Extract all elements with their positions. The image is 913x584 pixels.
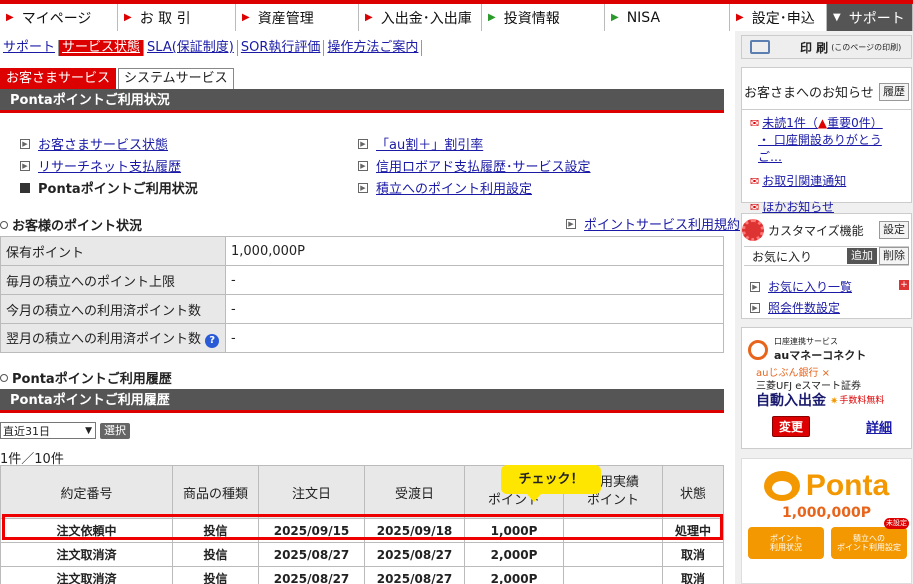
trade-notice-link[interactable]: ✉ お取引関連通知 [750, 173, 905, 190]
arrow-box-icon: ▶ [750, 302, 760, 313]
envelope-icon: ✉ [750, 175, 760, 188]
ponta-mascot-icon [763, 471, 800, 501]
menu-customer-service-status[interactable]: ▶ お客さまサービス状態 [20, 134, 168, 153]
nav-item-7[interactable]: ▼ サポート [827, 4, 913, 31]
arrow-right-icon: ▶ [611, 12, 619, 23]
period-filter: 直近31日 ▼ 選択 [0, 422, 130, 439]
notice-box: お客さまへのお知らせ 履歴 ✉ 未読1件（▲重要0件） ・ 口座開設ありがとうご…… [741, 67, 912, 214]
favorite-list-link[interactable]: ▶ お気に入り一覧 [750, 278, 852, 295]
table-row: 毎月の積立へのポイント上限 - [0, 265, 724, 295]
arrow-box-icon: ▶ [358, 160, 368, 171]
arrow-right-icon: ▶ [6, 12, 14, 23]
menu-research-net-history[interactable]: ▶ リサーチネット支払履歴 [20, 156, 181, 175]
check-callout: チェック！ [501, 465, 601, 502]
star-icon: ✷ [830, 396, 839, 407]
selected-box-icon [20, 182, 30, 193]
top-navigation: ▶ マイページ ▶ お 取 引 ▶ 資産管理 ▶ 入出金･入出庫 ▶ 投資情報 ▶ NISA ▶ 設定･申… [0, 0, 913, 31]
table-row: 保有ポイント 1,000,000P [0, 236, 724, 266]
delete-favorite-button[interactable]: 削除 [879, 247, 909, 265]
menu-au-discount[interactable]: ▶ 「au割＋」割引率 [358, 134, 483, 153]
table-row: 注文取消済 投信 2025/08/27 2025/08/27 2,000P 取消 [0, 542, 724, 567]
au-money-connect-box: 口座連携サービス auマネーコネクト auじぶん銀行 × 三菱UFJ eスマート証… [741, 327, 912, 449]
sub-navigation: サポート サービス状態 SLA(保証制度) SOR執行評価 操作方法ご案内 [0, 36, 735, 60]
table-row: 今月の積立への利用済ポイント数 - [0, 294, 724, 324]
section-bar-ponta-history: Pontaポイントご利用履歴 [0, 389, 724, 413]
change-button[interactable]: 変更 [772, 416, 811, 437]
ponta-box: Ponta 1,000,000P ポイント 利用状況 積立への ポイント利用設定 未設… [741, 458, 912, 584]
nav-item-5[interactable]: ▶ NISA [605, 4, 730, 31]
arrow-box-icon: ▶ [20, 160, 30, 171]
printer-icon [750, 40, 770, 54]
arrow-box-icon: ▶ [750, 281, 760, 292]
subnav-item-3[interactable]: SOR執行評価 [238, 40, 325, 56]
gear-icon [742, 219, 764, 241]
nav-item-4[interactable]: ▶ 投資情報 [482, 4, 605, 31]
arrow-right-icon: ▶ [242, 12, 250, 23]
callout-pointer [526, 493, 542, 502]
arrow-box-icon: ▶ [358, 182, 368, 193]
help-icon[interactable]: ? [205, 334, 220, 348]
subnav-item-2[interactable]: SLA(保証制度) [144, 40, 238, 56]
arrow-box-icon: ▶ [566, 218, 576, 229]
ponta-usage-button[interactable]: ポイント 利用状況 [748, 527, 824, 559]
terms-link[interactable]: ▶ ポイントサービス利用規約 [566, 214, 740, 233]
arrow-box-icon: ▶ [20, 138, 30, 149]
subnav-item-4[interactable]: 操作方法ご案内 [324, 40, 423, 56]
table-row: 翌月の積立への利用済ポイント数 ? - [0, 323, 724, 353]
highlight-box [2, 514, 723, 540]
chevron-down-icon: ▼ [85, 425, 92, 436]
nav-item-6[interactable]: ▶ 設定･申込 [730, 4, 827, 31]
detail-link[interactable]: 詳細 [866, 417, 892, 436]
subnav-item-0[interactable]: サポート [0, 40, 60, 56]
tab-system-service[interactable]: システムサービス [118, 68, 234, 89]
sync-icon [748, 339, 768, 360]
nav-item-1[interactable]: ▶ お 取 引 [118, 4, 236, 31]
notice-history-button[interactable]: 履歴 [879, 82, 909, 101]
period-select[interactable]: 直近31日 ▼ [0, 422, 96, 439]
history-heading: Pontaポイントご利用履歴 [0, 368, 172, 387]
arrow-right-icon: ▶ [488, 12, 496, 23]
arrow-right-icon: ▶ [736, 12, 744, 23]
ponta-savings-setting-button[interactable]: 積立への ポイント利用設定 未設定 [831, 518, 909, 559]
unset-badge: 未設定 [884, 518, 909, 529]
arrow-box-icon: ▶ [358, 138, 368, 149]
chevron-down-icon: ▼ [833, 12, 841, 23]
service-tabs: お客さまサービス システムサービス [0, 68, 236, 89]
add-favorite-button[interactable]: 追加 [847, 248, 877, 264]
nav-item-2[interactable]: ▶ 資産管理 [236, 4, 359, 31]
arrow-right-icon: ▶ [124, 12, 132, 23]
customize-box: カスタマイズ機能 設定 お気に入り 追加 削除 ▶ お気に入り一覧 + ▶ 照会件数… [741, 213, 912, 319]
table-header-row: 約定番号 商品の種類 注文日 受渡日 利用 ポイント 利用実績 ポイント 状態 [0, 465, 724, 519]
count-setting-link[interactable]: ▶ 照会件数設定 [750, 299, 840, 316]
envelope-icon: ✉ [750, 117, 760, 130]
menu-point-savings-setting[interactable]: ▶ 積立へのポイント利用設定 [358, 178, 532, 197]
customize-settings-button[interactable]: 設定 [879, 221, 909, 239]
print-button[interactable]: 印 刷 (このページの印刷) [741, 35, 912, 59]
points-status-heading: お客様のポイント状況 [0, 215, 142, 234]
nav-item-0[interactable]: ▶ マイページ [0, 4, 118, 31]
menu-ponta-status-current: Pontaポイントご利用状況 [20, 178, 198, 197]
unread-notice-link[interactable]: ✉ 未読1件（▲重要0件） [750, 115, 905, 132]
subnav-item-1[interactable]: サービス状態 [59, 40, 145, 56]
section-bar-ponta-status: Pontaポイントご利用状況 [0, 89, 724, 113]
warning-icon: ▲ [817, 116, 828, 130]
table-row: 注文取消済 投信 2025/08/27 2025/08/27 2,000P 取消 [0, 566, 724, 584]
nav-item-3[interactable]: ▶ 入出金･入出庫 [359, 4, 482, 31]
select-button[interactable]: 選択 [100, 422, 130, 439]
tab-customer-service[interactable]: お客さまサービス [0, 68, 117, 89]
menu-roboad-history[interactable]: ▶ 信用ロボアド支払履歴･サービス設定 [358, 156, 591, 175]
notice-item[interactable]: ・ 口座開設ありがとうご… [750, 132, 905, 166]
expand-icon[interactable]: + [899, 280, 909, 290]
arrow-right-icon: ▶ [365, 12, 373, 23]
points-status-table: 保有ポイント 1,000,000P 毎月の積立へのポイント上限 - 今月の積立への利… [0, 236, 724, 353]
